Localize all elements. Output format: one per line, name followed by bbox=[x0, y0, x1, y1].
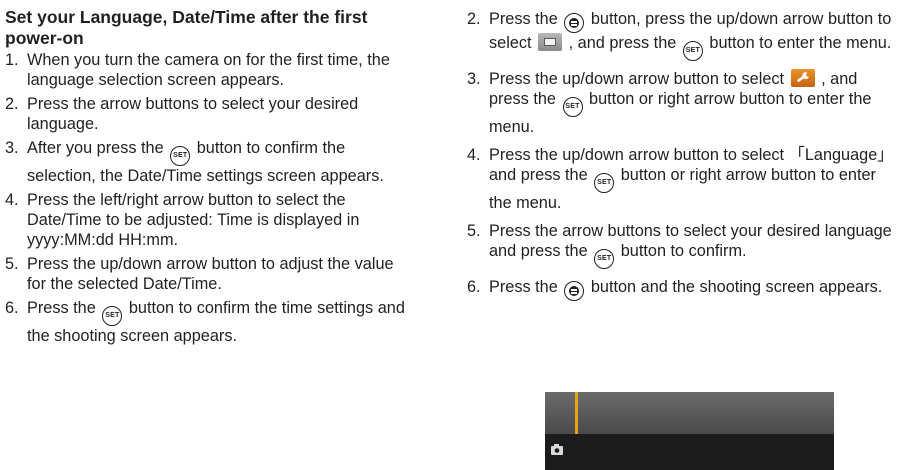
step-number: 1. bbox=[5, 51, 19, 69]
step-text: Press the bbox=[489, 10, 558, 28]
step-number: 5. bbox=[5, 255, 19, 273]
set-button-icon: SET bbox=[594, 173, 615, 193]
set-button-icon: SET bbox=[594, 249, 615, 269]
left-step-4: 4. Press the left/right arrow button to … bbox=[5, 190, 410, 250]
left-column: Set your Language, Date/Time after the f… bbox=[5, 0, 410, 346]
right-step-2: 2. Press the button, press the up/down a… bbox=[467, 9, 899, 61]
step-number: 5. bbox=[467, 222, 481, 240]
menu-button-icon bbox=[564, 281, 585, 301]
screen-accent-line bbox=[575, 392, 578, 434]
step-number: 3. bbox=[5, 139, 19, 157]
step-text: When you turn the camera on for the firs… bbox=[27, 51, 390, 89]
screen-top-bar bbox=[545, 392, 834, 434]
left-step-2: 2. Press the arrow buttons to select you… bbox=[5, 94, 410, 134]
right-step-list: 2. Press the button, press the up/down a… bbox=[467, 9, 899, 301]
left-step-list: 1. When you turn the camera on for the f… bbox=[5, 50, 410, 346]
camera-screen-image bbox=[545, 392, 834, 470]
menu-button-icon bbox=[564, 13, 585, 33]
step-text: Press the arrow buttons to select your d… bbox=[27, 95, 359, 133]
step-number: 6. bbox=[467, 278, 481, 296]
step-number: 4. bbox=[5, 191, 19, 209]
step-text: , and press the bbox=[568, 34, 677, 52]
wrench-setup-icon bbox=[790, 69, 815, 87]
step-number: 2. bbox=[5, 95, 19, 113]
set-button-icon: SET bbox=[682, 41, 703, 61]
camera-mode-icon bbox=[551, 444, 563, 455]
step-text: button and the shooting screen appears. bbox=[590, 278, 883, 296]
section-heading: Set your Language, Date/Time after the f… bbox=[5, 7, 368, 48]
step-number: 4. bbox=[467, 146, 481, 164]
right-step-6: 6. Press the button and the shooting scr… bbox=[467, 277, 899, 301]
set-button-icon: SET bbox=[170, 146, 191, 166]
step-number: 6. bbox=[5, 299, 19, 317]
step-text: Press the left/right arrow button to sel… bbox=[27, 191, 360, 249]
set-button-icon: SET bbox=[562, 97, 583, 117]
step-text: button to confirm. bbox=[620, 242, 747, 260]
step-text: Press the bbox=[27, 299, 96, 317]
right-step-3: 3. Press the up/down arrow button to sel… bbox=[467, 69, 899, 137]
left-step-3: 3. After you press the SET button to con… bbox=[5, 138, 410, 186]
right-column: 2. Press the button, press the up/down a… bbox=[467, 0, 899, 301]
step-text: Press the up/down arrow button to select bbox=[489, 70, 785, 88]
step-text: After you press the bbox=[27, 139, 164, 157]
step-text: Press the bbox=[489, 278, 558, 296]
right-step-4: 4. Press the up/down arrow button to sel… bbox=[467, 145, 899, 213]
right-step-5: 5. Press the arrow buttons to select you… bbox=[467, 221, 899, 269]
set-button-icon: SET bbox=[102, 306, 123, 326]
left-step-5: 5. Press the up/down arrow button to adj… bbox=[5, 254, 410, 294]
menu-tile-icon bbox=[538, 33, 563, 51]
left-step-1: 1. When you turn the camera on for the f… bbox=[5, 50, 410, 90]
step-text: button to enter the menu. bbox=[709, 34, 892, 52]
step-number: 2. bbox=[467, 10, 481, 28]
step-number: 3. bbox=[467, 70, 481, 88]
step-text: Press the up/down arrow button to adjust… bbox=[27, 255, 394, 293]
left-step-6: 6. Press the SET button to confirm the t… bbox=[5, 298, 410, 346]
